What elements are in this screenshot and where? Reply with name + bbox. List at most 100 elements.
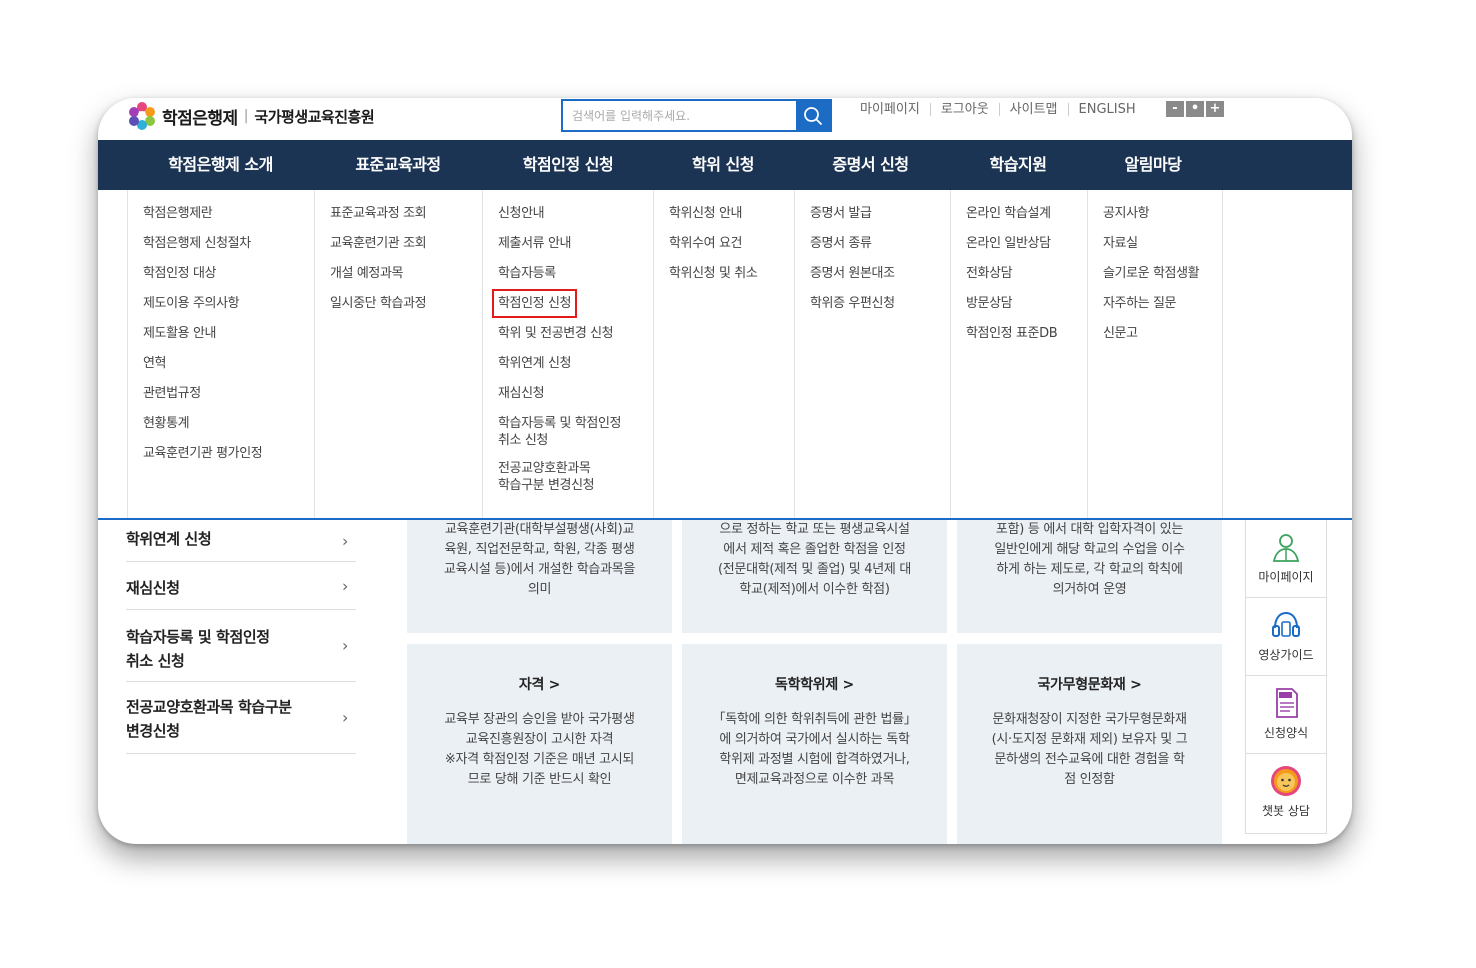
- submenu-item[interactable]: 학위증 우편신청: [810, 295, 950, 312]
- zoom-controls: - • +: [1166, 101, 1224, 117]
- quick-label: 신청양식: [1263, 726, 1309, 740]
- card-text-line: 육원, 직업전문학교, 학원, 각종 평생: [444, 542, 635, 557]
- submenu-item[interactable]: 신청안내: [498, 205, 653, 222]
- submenu-item[interactable]: 학습자등록 및 학점인정취소 신청: [498, 415, 653, 449]
- side-item-major-change[interactable]: 전공교양호환과목 학습구분 변경신청 ›: [126, 682, 356, 754]
- card-title[interactable]: 독학학위제 >: [682, 675, 947, 695]
- site-header: 학점은행제 | 국가평생교육진흥원 마이페이지 로그아웃 사이트맵 ENGLIS…: [98, 98, 1352, 140]
- search-button[interactable]: [796, 101, 830, 130]
- submenu-item[interactable]: 학습자등록: [498, 265, 653, 282]
- submenu-item[interactable]: 학점은행제란: [143, 205, 314, 222]
- mypage-link[interactable]: 마이페이지: [856, 103, 931, 116]
- submenu-item-credit-application[interactable]: 학점인정 신청: [491, 289, 653, 318]
- zoom-reset-button[interactable]: •: [1186, 101, 1204, 117]
- submenu-item[interactable]: 교육훈련기관 평가인정: [143, 445, 314, 462]
- submenu-credit: 신청안내 제출서류 안내 학습자등록 학점인정 신청 학위 및 전공변경 신청 …: [482, 190, 653, 518]
- side-item-degree-link[interactable]: 학위연계 신청 ›: [126, 520, 356, 562]
- logo-title: 학점은행제: [162, 108, 238, 129]
- submenu-item[interactable]: 학점인정 표준DB: [966, 325, 1087, 342]
- info-card-qualification[interactable]: 자격 > 교육부 장관의 승인을 받아 국가평생 교육진흥원장이 고시한 자격 …: [407, 644, 672, 844]
- nav-notice[interactable]: 알림마당: [1113, 140, 1193, 190]
- english-link[interactable]: ENGLISH: [1069, 103, 1146, 116]
- info-card-self-study-degree[interactable]: 독학학위제 > 「독학에 의한 학위취득에 관한 법률」 에 의거하여 국가에서…: [682, 644, 947, 844]
- quick-label: 챗봇 상담: [1262, 804, 1310, 818]
- submenu-item[interactable]: 증명서 발급: [810, 205, 950, 222]
- info-card-intangible-heritage[interactable]: 국가무형문화재 > 문화재청장이 지정한 국가무형문화재 (시·도지정 문화재 …: [957, 644, 1222, 844]
- nav-about[interactable]: 학점은행제 소개: [148, 140, 293, 190]
- submenu-item[interactable]: 학위연계 신청: [498, 355, 653, 372]
- side-item-label-line2: 취소 신청: [126, 652, 185, 670]
- submenu-item[interactable]: 공지사항: [1103, 205, 1222, 222]
- chevron-right-icon: ›: [342, 576, 348, 595]
- card-text-line: 하게 하는 제도로, 각 학교의 학칙에: [996, 562, 1183, 577]
- nav-learning-support[interactable]: 학습지원: [973, 140, 1063, 190]
- submenu-item[interactable]: 전공교양호환과목 학습구분 변경신청: [498, 460, 653, 494]
- card-text-line: 에 의거하여 국가에서 실시하는 독학: [719, 732, 910, 747]
- logout-link[interactable]: 로그아웃: [931, 103, 1000, 116]
- submenu-item[interactable]: 학점은행제 신청절차: [143, 235, 314, 252]
- quick-video-guide[interactable]: 영상가이드: [1246, 598, 1326, 676]
- search-input[interactable]: [563, 101, 796, 130]
- submenu-item[interactable]: 제도활용 안내: [143, 325, 314, 342]
- nav-credit-application[interactable]: 학점인정 신청: [498, 140, 638, 190]
- submenu-item[interactable]: 일시중단 학습과정: [330, 295, 482, 312]
- card-title[interactable]: 자격 >: [407, 675, 672, 695]
- submenu-item[interactable]: 증명서 종류: [810, 235, 950, 252]
- quick-chatbot[interactable]: 챗봇 상담: [1246, 754, 1326, 832]
- side-item-cancel[interactable]: 학습자등록 및 학점인정 취소 신청 ›: [126, 610, 356, 682]
- side-item-label: 학습자등록 및 학점인정: [126, 628, 270, 646]
- logo-separator: |: [243, 108, 249, 124]
- submenu-degree: 학위신청 안내 학위수여 요건 학위신청 및 취소: [653, 190, 794, 518]
- submenu-item[interactable]: 관련법규정: [143, 385, 314, 402]
- quick-mypage[interactable]: 마이페이지: [1246, 520, 1326, 598]
- zoom-in-button[interactable]: +: [1206, 101, 1224, 117]
- submenu-item-line1: 학습자등록 및 학점인정: [498, 416, 622, 431]
- submenu-item[interactable]: 학위신청 안내: [669, 205, 794, 222]
- submenu-item[interactable]: 증명서 원본대조: [810, 265, 950, 282]
- submenu-item-line2: 취소 신청: [498, 433, 548, 448]
- nav-standard-curriculum[interactable]: 표준교육과정: [333, 140, 463, 190]
- submenu-item[interactable]: 전화상담: [966, 265, 1087, 282]
- submenu-item[interactable]: 학위수여 요건: [669, 235, 794, 252]
- quick-application-form[interactable]: 신청양식: [1246, 676, 1326, 754]
- card-text-line: 학교(제적)에서 이수한 학점): [739, 582, 890, 597]
- submenu-item[interactable]: 학위 및 전공변경 신청: [498, 325, 653, 342]
- search-box: [561, 99, 832, 132]
- card-text-line: 에서 제적 혹은 졸업한 학점을 인정: [723, 542, 906, 557]
- submenu-item[interactable]: 연혁: [143, 355, 314, 372]
- submenu-item[interactable]: 학위신청 및 취소: [669, 265, 794, 282]
- submenu-item[interactable]: 학점인정 대상: [143, 265, 314, 282]
- chevron-right-icon: ›: [342, 707, 348, 727]
- submenu-item[interactable]: 신문고: [1103, 325, 1222, 342]
- submenu-item[interactable]: 현황통계: [143, 415, 314, 432]
- zoom-out-button[interactable]: -: [1166, 101, 1184, 117]
- submenu-item[interactable]: 제도이용 주의사항: [143, 295, 314, 312]
- submenu-item[interactable]: 제출서류 안내: [498, 235, 653, 252]
- search-icon: [804, 106, 823, 125]
- side-item-label-line2: 변경신청: [126, 722, 180, 740]
- submenu-item[interactable]: 슬기로운 학점생활: [1103, 265, 1222, 282]
- side-item-reexamination[interactable]: 재심신청 ›: [126, 562, 356, 610]
- submenu-item[interactable]: 표준교육과정 조회: [330, 205, 482, 222]
- submenu-curriculum: 표준교육과정 조회 교육훈련기관 조회 개설 예정과목 일시중단 학습과정: [314, 190, 482, 518]
- submenu-item[interactable]: 자주하는 질문: [1103, 295, 1222, 312]
- card-text-line: 포함) 등 에서 대학 입학자격이 있는: [995, 522, 1184, 537]
- mega-menu: 학점은행제란 학점은행제 신청절차 학점인정 대상 제도이용 주의사항 제도활용…: [98, 190, 1352, 520]
- nav-degree-application[interactable]: 학위 신청: [673, 140, 773, 190]
- card-title[interactable]: 국가무형문화재 >: [957, 675, 1222, 695]
- main-navigation: 학점은행제 소개 표준교육과정 학점인정 신청 학위 신청 증명서 신청 학습지…: [98, 140, 1352, 190]
- sitemap-link[interactable]: 사이트맵: [1000, 103, 1069, 116]
- side-item-label: 학위연계 신청: [126, 530, 212, 548]
- submenu-item[interactable]: 재심신청: [498, 385, 653, 402]
- nav-certificate-application[interactable]: 증명서 신청: [813, 140, 928, 190]
- submenu-notice: 공지사항 자료실 슬기로운 학점생활 자주하는 질문 신문고: [1087, 190, 1223, 518]
- quick-menu: 마이페이지 영상가이드 신청양식 챗봇 상담: [1245, 520, 1327, 834]
- site-logo[interactable]: 학점은행제 | 국가평생교육진흥원: [128, 101, 375, 131]
- submenu-item[interactable]: 온라인 학습설계: [966, 205, 1087, 222]
- card-text-line: (전문대학(제적 및 졸업) 및 4년제 대: [717, 562, 912, 577]
- submenu-item[interactable]: 온라인 일반상담: [966, 235, 1087, 252]
- submenu-item[interactable]: 방문상담: [966, 295, 1087, 312]
- submenu-item[interactable]: 자료실: [1103, 235, 1222, 252]
- submenu-item[interactable]: 개설 예정과목: [330, 265, 482, 282]
- submenu-item[interactable]: 교육훈련기관 조회: [330, 235, 482, 252]
